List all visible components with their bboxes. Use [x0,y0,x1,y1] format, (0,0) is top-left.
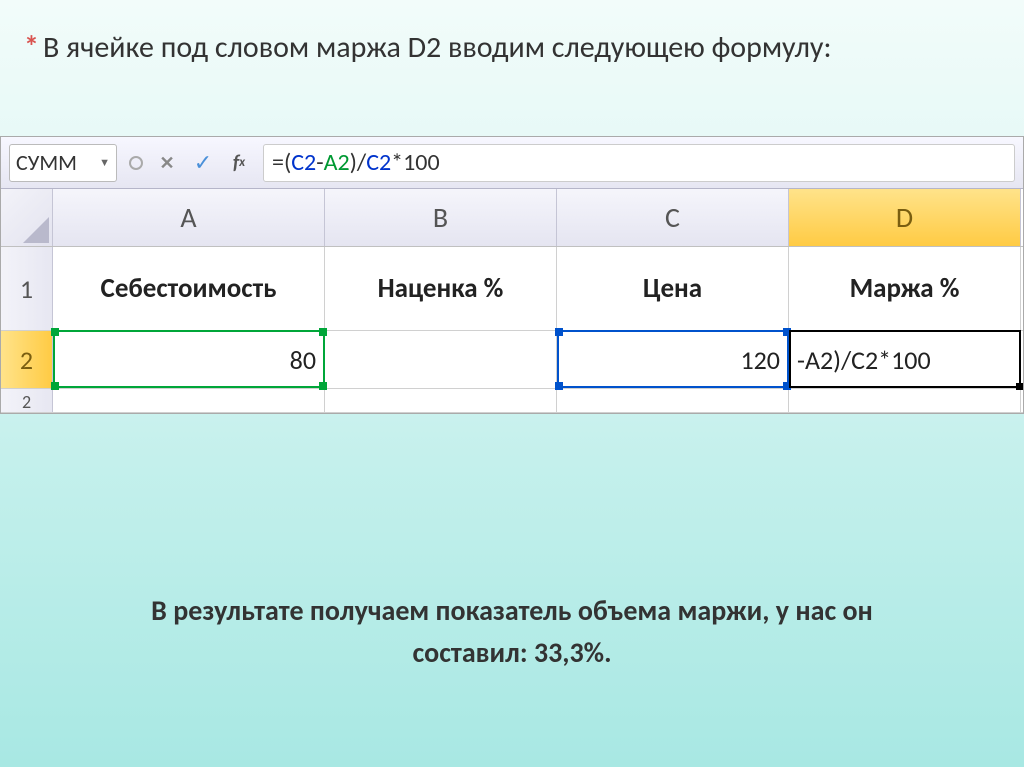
cell-A3[interactable] [53,389,325,412]
cell-C2[interactable]: 120 [557,331,789,388]
col-header-B[interactable]: B [325,189,557,246]
column-headers-row: A B C D [1,189,1023,247]
cell-A1[interactable]: Себестоимость [53,247,325,330]
slide-title: *В ячейке под словом маржа D2 вводим сле… [24,28,1000,67]
row-3-partial: 2 [1,389,1023,413]
formula-input[interactable]: =(C2-A2)/C2*100 [263,144,1015,182]
cancel-icon[interactable]: ✕ [155,151,179,175]
fx-icon[interactable]: fx [227,151,251,175]
enter-icon[interactable]: ✓ [191,151,215,175]
name-box-value: СУММ [16,149,77,176]
spreadsheet-grid: A B C D 1 Себестоимость Наценка % Цена М… [1,189,1023,413]
row-header-2[interactable]: 2 [1,331,53,388]
formula-bar: СУММ ▼ ✕ ✓ fx =(C2-A2)/C2*100 [1,137,1023,189]
row-2: 2 80 120 -A2)/C2*100 [1,331,1023,389]
cell-B3[interactable] [325,389,557,412]
cell-C1[interactable]: Цена [557,247,789,330]
slide-title-text: В ячейке под словом маржа D2 вводим след… [43,29,832,66]
cell-D3[interactable] [789,389,1021,412]
slide-conclusion: В результате получаем показатель объема … [40,590,984,674]
cell-D1[interactable]: Маржа % [789,247,1021,330]
cell-B2[interactable] [325,331,557,388]
select-all-corner[interactable] [1,189,53,246]
asterisk-bullet: * [24,29,39,66]
cell-A2[interactable]: 80 [53,331,325,388]
name-box[interactable]: СУММ ▼ [9,144,117,182]
cell-C3[interactable] [557,389,789,412]
excel-window: СУММ ▼ ✕ ✓ fx =(C2-A2)/C2*100 A B C D 1 … [0,136,1024,414]
record-icon[interactable] [129,156,143,170]
formula-bar-icons: ✕ ✓ fx [129,151,251,175]
conclusion-line2: составил: 33,3%. [40,632,984,674]
dropdown-icon[interactable]: ▼ [99,156,110,169]
row-1: 1 Себестоимость Наценка % Цена Маржа % [1,247,1023,331]
row-header-1[interactable]: 1 [1,247,53,330]
conclusion-line1: В результате получаем показатель объема … [40,590,984,632]
cell-D2[interactable]: -A2)/C2*100 [789,331,1021,388]
col-header-D[interactable]: D [789,189,1021,246]
formula-text: =(C2-A2)/C2*100 [272,148,440,177]
col-header-C[interactable]: C [557,189,789,246]
cell-B1[interactable]: Наценка % [325,247,557,330]
row-header-3[interactable]: 2 [1,389,53,412]
col-header-A[interactable]: A [53,189,325,246]
